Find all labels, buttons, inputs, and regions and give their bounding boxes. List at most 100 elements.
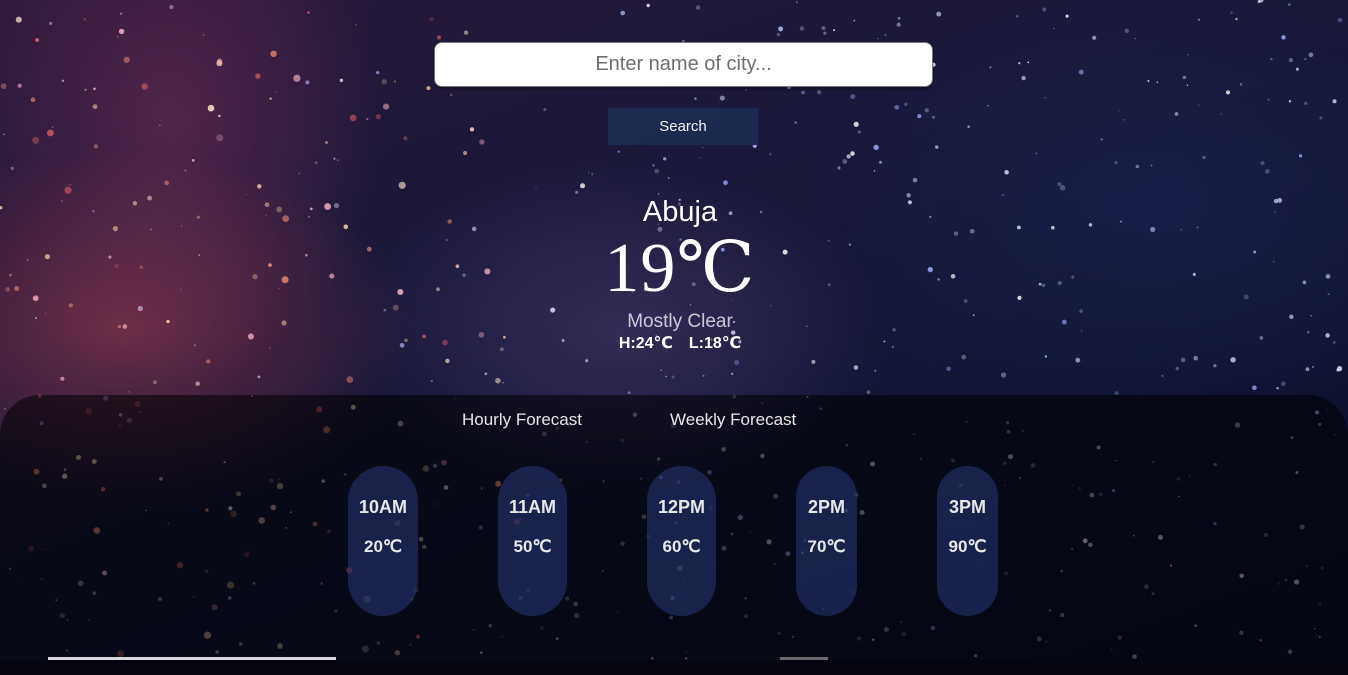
sparkle	[255, 73, 261, 79]
sparkle	[894, 104, 900, 110]
sparkle	[9, 273, 12, 277]
sparkle	[702, 146, 704, 149]
sparkle	[376, 70, 380, 75]
sparkle	[1302, 280, 1307, 285]
sparkle	[426, 86, 431, 91]
forecast-time: 3PM	[948, 497, 986, 517]
sparkle	[891, 345, 895, 349]
forecast-time: 11AM	[508, 497, 557, 517]
sparkle	[397, 288, 404, 296]
sparkle	[853, 365, 859, 370]
sparkle	[842, 159, 848, 164]
sparkle	[179, 288, 182, 291]
sparkle	[543, 108, 547, 112]
sparkle	[1325, 333, 1330, 338]
sparkle	[1230, 11, 1233, 14]
sparkle	[1332, 99, 1337, 104]
sparkle	[132, 201, 138, 206]
sparkle	[139, 265, 144, 269]
sparkle	[1264, 168, 1270, 174]
sparkle	[1274, 210, 1277, 213]
sparkle	[853, 19, 856, 22]
sparkle	[935, 145, 939, 149]
sparkle	[469, 127, 475, 132]
sparkle	[346, 376, 354, 384]
current-temperature: 19℃	[604, 230, 756, 307]
sparkle	[462, 273, 466, 278]
sparkle	[207, 104, 215, 112]
tab-weekly-forecast[interactable]: Weekly Forecast	[670, 410, 796, 430]
sparkle	[278, 287, 281, 290]
sparkle	[1304, 57, 1307, 61]
sparkle	[652, 164, 655, 167]
sparkle	[1175, 366, 1179, 371]
sparkle	[660, 369, 662, 371]
sparkle	[343, 224, 349, 230]
sparkle	[463, 30, 469, 35]
sparkle	[837, 166, 841, 170]
sparkle	[84, 88, 87, 91]
sparkle	[799, 26, 805, 31]
sparkle	[112, 225, 119, 232]
sparkle	[119, 12, 123, 15]
sparkle	[195, 381, 200, 386]
sparkle	[159, 124, 161, 127]
sparkle	[282, 215, 290, 223]
sparkle	[1050, 225, 1055, 230]
sparkle	[463, 150, 468, 156]
sparkle	[853, 121, 859, 127]
sparkle	[667, 177, 670, 179]
sparkle	[846, 154, 851, 159]
sparkle	[0, 206, 3, 210]
sparkle	[1044, 96, 1047, 99]
sparkle	[769, 153, 772, 156]
sparkle	[1053, 27, 1055, 30]
sparkle	[1276, 386, 1279, 390]
sparkle	[15, 16, 22, 23]
sparkle	[663, 157, 667, 161]
sparkle	[430, 380, 433, 383]
sparkle	[1123, 118, 1126, 121]
sparkle	[591, 173, 594, 176]
sparkle	[307, 215, 311, 218]
sparkle	[723, 180, 728, 186]
sparkle	[801, 90, 805, 95]
sparkle	[83, 17, 87, 21]
sparkle	[821, 26, 826, 31]
sparkle	[35, 317, 38, 320]
sparkle	[1280, 381, 1286, 387]
sparkle	[445, 239, 448, 241]
forecast-time: 2PM	[807, 497, 845, 517]
forecast-temperature: 20℃	[363, 537, 402, 556]
sparkle	[275, 91, 278, 93]
sparkle	[216, 134, 224, 142]
sparkle	[382, 103, 390, 110]
sparkle	[276, 206, 283, 213]
sparkle	[961, 354, 967, 360]
sparkle	[305, 80, 310, 85]
sparkle	[141, 83, 148, 90]
sparkle	[1124, 28, 1129, 33]
sparkle	[128, 391, 131, 393]
sparkle	[445, 358, 450, 364]
sparkle	[114, 264, 119, 269]
sparkle	[1018, 62, 1021, 65]
search-button[interactable]: Search	[608, 108, 758, 145]
sparkle	[1120, 220, 1123, 223]
sparkle	[617, 150, 620, 153]
low-temperature: L:18℃	[688, 335, 742, 352]
sparkle	[580, 183, 585, 189]
sparkle	[5, 287, 11, 292]
sparkle	[305, 253, 308, 257]
sparkle	[333, 203, 340, 209]
tab-hourly-forecast[interactable]: Hourly Forecast	[462, 410, 582, 430]
sparkle	[3, 133, 5, 136]
sparkle	[833, 29, 836, 32]
sparkle	[252, 274, 258, 280]
sparkle	[281, 276, 289, 284]
city-search-input[interactable]	[434, 42, 933, 87]
sparkle	[1288, 100, 1292, 103]
sparkle	[298, 172, 301, 175]
sparkle	[987, 104, 989, 107]
sparkle	[245, 193, 247, 195]
